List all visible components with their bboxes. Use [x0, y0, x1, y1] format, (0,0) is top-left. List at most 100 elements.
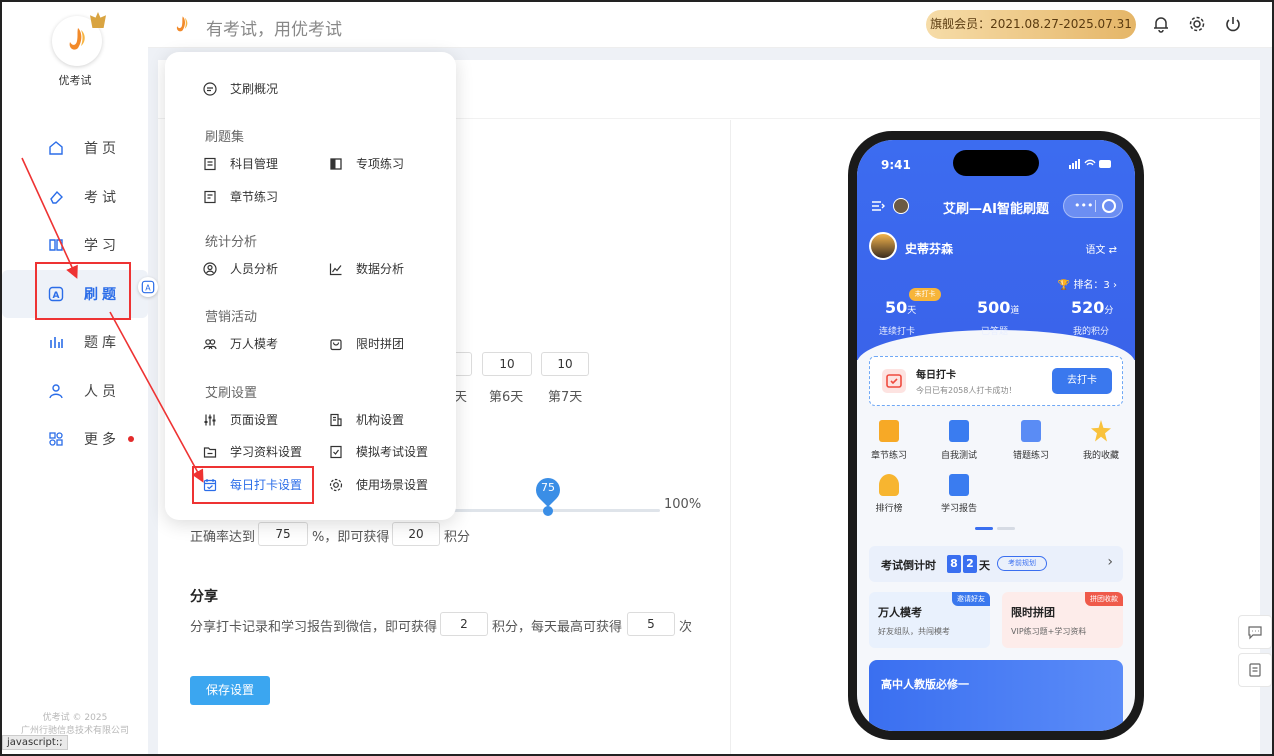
- bell-icon[interactable]: [1152, 15, 1170, 33]
- bars-icon: [50, 337, 63, 349]
- card-subtitle: VIP练习题+学习资料: [1011, 627, 1087, 636]
- sidebar-item-people[interactable]: 人员: [2, 367, 148, 416]
- stat-answered: 500道: [977, 298, 1020, 317]
- user-avatar: [869, 232, 897, 260]
- stat-streak: 50天: [885, 298, 917, 317]
- person-icon: [49, 384, 63, 399]
- crown-icon: [90, 12, 106, 28]
- group-users-icon: [203, 338, 217, 349]
- circle-lines-icon: [203, 81, 217, 96]
- day7-points-input[interactable]: 10: [541, 352, 589, 376]
- share-points-input[interactable]: 2: [440, 612, 488, 636]
- pager-inactive: [997, 527, 1015, 530]
- day6-label: 第6天: [489, 390, 524, 405]
- share-prefix: 分享打卡记录和学习报告到微信，即可获得: [190, 620, 438, 635]
- stat-label: 我的积分: [1073, 327, 1110, 337]
- svg-text:A: A: [145, 284, 151, 293]
- menu-item-group-buy[interactable]: 限时拼团: [329, 335, 404, 352]
- chapter-practice-icon[interactable]: [879, 420, 899, 442]
- grid-label[interactable]: 章节练习: [857, 448, 921, 461]
- save-settings-button[interactable]: 保存设置: [190, 676, 270, 705]
- pager-active: [975, 527, 993, 530]
- building-icon: [330, 413, 342, 426]
- daily-checkin-card: 每日打卡 今日已有2058人打卡成功！ 去打卡: [869, 356, 1123, 406]
- trophy-icon[interactable]: [879, 474, 899, 496]
- menu-item-data-analysis[interactable]: 数据分析: [329, 260, 404, 277]
- stat-label: 已答题: [981, 327, 1009, 337]
- menu-item-overview[interactable]: 艾刷概况: [203, 80, 278, 97]
- card-title: 万人模考: [878, 606, 922, 619]
- share-max-input[interactable]: 5: [627, 612, 675, 636]
- submenu-trigger[interactable]: A: [138, 277, 158, 297]
- chat-icon: [1248, 626, 1262, 640]
- accuracy-input[interactable]: 75: [258, 522, 308, 546]
- sidebar-item-label: 学习: [84, 238, 120, 255]
- top-header: 有考试，用优考试 旗舰会员：2021.08.27-2025.07.31: [148, 2, 1272, 48]
- menu-item-mass-mock-exam[interactable]: 万人模考: [203, 335, 278, 352]
- vip-membership-badge[interactable]: 旗舰会员：2021.08.27-2025.07.31: [926, 10, 1136, 39]
- sidebar-item-label: 考试: [84, 189, 120, 206]
- more-dots-icon: •••: [1074, 199, 1094, 212]
- menu-item-special-practice[interactable]: 专项练习: [329, 155, 404, 172]
- slider-handle[interactable]: [543, 506, 553, 516]
- apps-icon: [49, 432, 63, 446]
- course-banner[interactable]: 高中人教版必修一: [869, 660, 1123, 731]
- wrong-questions-icon[interactable]: [1021, 420, 1041, 442]
- countdown-unit: 天: [979, 559, 990, 572]
- grid-label[interactable]: 错题练习: [999, 448, 1063, 461]
- share-mid: 积分，每天最高可获得: [492, 620, 623, 635]
- folder-icon: [203, 446, 217, 458]
- menu-item-subject-manage[interactable]: 科目管理: [203, 155, 278, 172]
- sidebar-item-question-bank[interactable]: 题库: [2, 318, 148, 367]
- sidebar-item-exam[interactable]: 考试: [2, 173, 148, 222]
- self-test-icon[interactable]: [949, 420, 969, 442]
- star-favorite-icon[interactable]: [1091, 420, 1111, 442]
- grid-label[interactable]: 自我测试: [927, 448, 991, 461]
- miniapp-capsule[interactable]: •••: [1063, 194, 1123, 218]
- go-checkin-button[interactable]: 去打卡: [1052, 368, 1112, 394]
- phone-time: 9:41: [881, 158, 911, 172]
- gear-icon[interactable]: [1188, 15, 1206, 33]
- day6-points-input[interactable]: 10: [482, 352, 532, 376]
- accuracy-points-input[interactable]: 20: [392, 522, 440, 546]
- group-buy-card[interactable]: 拼团收款 限时拼团 VIP练习题+学习资料: [1002, 592, 1123, 648]
- sidebar-item-home[interactable]: 首页: [2, 124, 148, 173]
- header-logo-icon: [176, 16, 188, 32]
- gear-icon: [329, 478, 343, 491]
- practice-submenu: 艾刷概况 刷题集 科目管理 专项练习 章节练习 统计分析 人员分析 数据分析 营…: [165, 52, 456, 520]
- letter-a-icon: A: [141, 280, 155, 294]
- rank-label: 🏆 排名：3 ›: [1057, 280, 1117, 291]
- menu-item-material-settings[interactable]: 学习资料设置: [203, 443, 302, 460]
- menu-item-org-settings[interactable]: 机构设置: [329, 411, 404, 428]
- menu-group-title: 艾刷设置: [205, 386, 258, 401]
- invite-tag: 邀请好友: [952, 592, 990, 606]
- accuracy-mid: %，即可获得: [312, 530, 390, 545]
- notification-dot: [128, 436, 134, 443]
- card-subtitle: 好友组队，共闯模考: [878, 627, 950, 636]
- menu-item-chapter-practice[interactable]: 章节练习: [203, 188, 278, 205]
- app-logo[interactable]: [52, 12, 106, 66]
- stat-label: 连续打卡: [879, 327, 916, 337]
- notes-tool[interactable]: [1238, 653, 1272, 687]
- menu-item-page-settings[interactable]: 页面设置: [203, 411, 278, 428]
- phone-screen: 9:41 艾刷—AI智能刷题 ••• 史蒂芬森 语文 ⇄ 🏆 排名：3 › 未打…: [857, 140, 1135, 731]
- stat-points: 520分: [1071, 298, 1114, 317]
- chat-tool[interactable]: [1238, 615, 1272, 649]
- grid-label[interactable]: 学习报告: [927, 501, 991, 514]
- exam-countdown-card[interactable]: 考试倒计时 8 2 天 考前规划 ›: [869, 546, 1123, 582]
- grid-label[interactable]: 我的收藏: [1069, 448, 1133, 461]
- menu-item-person-analysis[interactable]: 人员分析: [203, 260, 278, 277]
- mass-mock-card[interactable]: 邀请好友 万人模考 好友组队，共闯模考: [869, 592, 990, 648]
- power-icon[interactable]: [1224, 15, 1242, 33]
- exam-plan-tag[interactable]: 考前规划: [997, 556, 1047, 571]
- grid-label[interactable]: 排行榜: [857, 501, 921, 514]
- sidebar-item-more[interactable]: 更多: [2, 415, 148, 464]
- menu-item-scenario-settings[interactable]: 使用场景设置: [329, 476, 428, 493]
- chevron-right-icon: ›: [1107, 554, 1113, 570]
- subject-switch[interactable]: 语文 ⇄: [1085, 241, 1117, 256]
- menu-item-mock-exam-settings[interactable]: 模拟考试设置: [329, 443, 428, 460]
- logo-mark-icon: [69, 28, 85, 50]
- countdown-label: 考试倒计时: [881, 559, 936, 572]
- report-icon[interactable]: [949, 474, 969, 496]
- notes-icon: [204, 190, 216, 203]
